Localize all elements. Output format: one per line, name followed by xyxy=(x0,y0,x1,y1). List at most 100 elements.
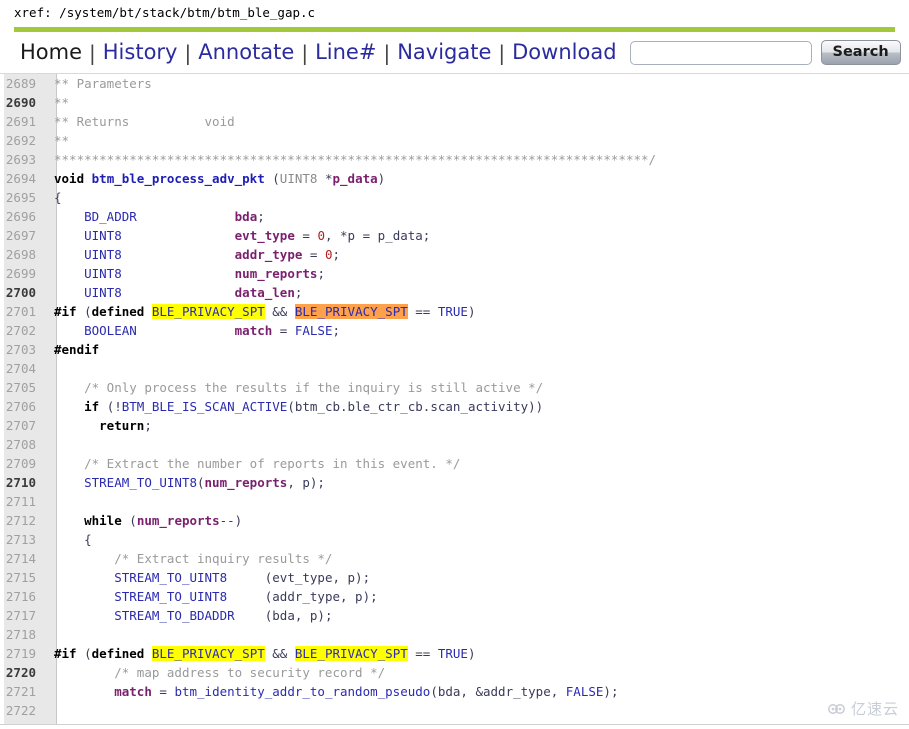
line-number[interactable]: 2720 xyxy=(0,663,44,682)
code-token: btm_identity_addr_to_random_pseudo xyxy=(174,684,431,699)
line-number[interactable]: 2719 xyxy=(0,644,44,663)
line-number[interactable]: 2709 xyxy=(0,454,44,473)
code-token: ) xyxy=(467,646,476,661)
code-line-source: UINT8 num_reports; xyxy=(54,266,325,281)
line-number[interactable]: 2718 xyxy=(0,625,44,644)
nav-link-download[interactable]: Download xyxy=(505,42,623,63)
code-line: 2712 while (num_reports--) xyxy=(0,511,909,530)
code-token: (addr_type, p); xyxy=(227,589,378,604)
line-number[interactable]: 2716 xyxy=(0,587,44,606)
code-line-source: /* Extract the number of reports in this… xyxy=(54,456,460,471)
code-token: (btm_cb.ble_ctr_cb.scan_activity)) xyxy=(287,399,544,414)
nav-link-navigate[interactable]: Navigate xyxy=(390,42,498,63)
line-number[interactable]: 2699 xyxy=(0,264,44,283)
code-token: #if xyxy=(54,304,77,319)
code-line-source: ** Parameters xyxy=(54,76,152,91)
code-token: BLE_PRIVACY_SPT xyxy=(294,646,408,661)
code-line: 2720 /* map address to security record *… xyxy=(0,663,909,682)
xref-path: /system/bt/stack/btm/btm_ble_gap.c xyxy=(59,5,316,20)
code-line: 2713 { xyxy=(0,530,909,549)
line-number[interactable]: 2714 xyxy=(0,549,44,568)
code-token: UINT8 xyxy=(279,171,318,186)
nav-separator: | xyxy=(184,40,192,65)
code-line: 2722 xyxy=(0,701,909,720)
code-token: ; xyxy=(317,266,325,281)
line-number[interactable]: 2692 xyxy=(0,131,44,150)
line-number[interactable]: 2698 xyxy=(0,245,44,264)
line-number[interactable]: 2703 xyxy=(0,340,44,359)
line-number[interactable]: 2715 xyxy=(0,568,44,587)
code-line-source: BOOLEAN match = FALSE; xyxy=(54,323,340,338)
line-number[interactable]: 2722 xyxy=(0,701,44,720)
code-token: (bda, &addr_type, xyxy=(430,684,566,699)
code-token: FALSE xyxy=(294,323,333,338)
line-number[interactable]: 2697 xyxy=(0,226,44,245)
code-token: (evt_type, p); xyxy=(227,570,371,585)
code-line: 2689 ** Parameters xyxy=(0,74,909,93)
nav-link-history[interactable]: History xyxy=(96,42,185,63)
line-number[interactable]: 2717 xyxy=(0,606,44,625)
code-token: == xyxy=(407,646,438,661)
code-token: BLE_PRIVACY_SPT xyxy=(294,304,408,319)
code-line-source: #if (defined BLE_PRIVACY_SPT && BLE_PRIV… xyxy=(54,646,476,661)
line-number[interactable]: 2705 xyxy=(0,378,44,397)
nav-link-annotate[interactable]: Annotate xyxy=(191,42,301,63)
code-token: == xyxy=(407,304,438,319)
line-number[interactable]: 2707 xyxy=(0,416,44,435)
navigation-bar: Home | History | Annotate | Line# | Navi… xyxy=(0,32,909,73)
line-number[interactable]: 2702 xyxy=(0,321,44,340)
line-number[interactable]: 2708 xyxy=(0,435,44,454)
code-line: 2695 { xyxy=(0,188,909,207)
code-line: 2714 /* Extract inquiry results */ xyxy=(0,549,909,568)
code-line: 2706 if (!BTM_BLE_IS_SCAN_ACTIVE(btm_cb.… xyxy=(0,397,909,416)
line-number[interactable]: 2694 xyxy=(0,169,44,188)
line-number[interactable]: 2710 xyxy=(0,473,44,492)
code-line-source: { xyxy=(54,532,92,547)
line-number[interactable]: 2695 xyxy=(0,188,44,207)
nav-link-linenumber[interactable]: Line# xyxy=(308,42,383,63)
line-number[interactable]: 2701 xyxy=(0,302,44,321)
nav-link-home[interactable]: Home xyxy=(16,42,89,63)
code-line: 2701 #if (defined BLE_PRIVACY_SPT && BLE_… xyxy=(0,302,909,321)
search-input[interactable] xyxy=(629,40,812,65)
code-token: STREAM_TO_UINT8 xyxy=(114,570,228,585)
code-line-source: /* Only process the results if the inqui… xyxy=(54,380,543,395)
code-token: addr_type xyxy=(234,247,303,262)
line-number[interactable]: 2691 xyxy=(0,112,44,131)
line-number[interactable]: 2706 xyxy=(0,397,44,416)
code-token: BD_ADDR xyxy=(84,209,137,224)
line-number[interactable]: 2721 xyxy=(0,682,44,701)
source-code-viewer[interactable]: 2689 ** Parameters 2690 ** 2691 ** Returns vo… xyxy=(0,73,909,727)
code-line: 2703 #endif xyxy=(0,340,909,359)
code-token: BLE_PRIVACY_SPT xyxy=(151,646,265,661)
search-button[interactable]: Search xyxy=(820,40,901,65)
code-token: = xyxy=(151,684,175,699)
code-lines-container: 2689 ** Parameters 2690 ** 2691 ** Returns vo… xyxy=(0,74,909,727)
line-number[interactable]: 2712 xyxy=(0,511,44,530)
code-token: ( xyxy=(76,304,92,319)
line-number[interactable]: 2696 xyxy=(0,207,44,226)
code-line-source: STREAM_TO_UINT8 (addr_type, p); xyxy=(54,589,378,604)
code-line: 2715 STREAM_TO_UINT8 (evt_type, p); xyxy=(0,568,909,587)
code-token: = xyxy=(272,323,295,338)
line-number[interactable]: 2690 xyxy=(0,93,44,112)
line-number[interactable]: 2693 xyxy=(0,150,44,169)
code-token: ; xyxy=(144,418,152,433)
code-token: while xyxy=(84,513,122,528)
line-number[interactable]: 2700 xyxy=(0,283,44,302)
code-line-source: UINT8 addr_type = 0; xyxy=(54,247,340,262)
nav-separator: | xyxy=(498,40,506,65)
line-number[interactable]: 2704 xyxy=(0,359,44,378)
line-number[interactable]: 2713 xyxy=(0,530,44,549)
line-number[interactable]: 2711 xyxy=(0,492,44,511)
code-line-source: STREAM_TO_UINT8 (evt_type, p); xyxy=(54,570,370,585)
line-number[interactable]: 2689 xyxy=(0,74,44,93)
